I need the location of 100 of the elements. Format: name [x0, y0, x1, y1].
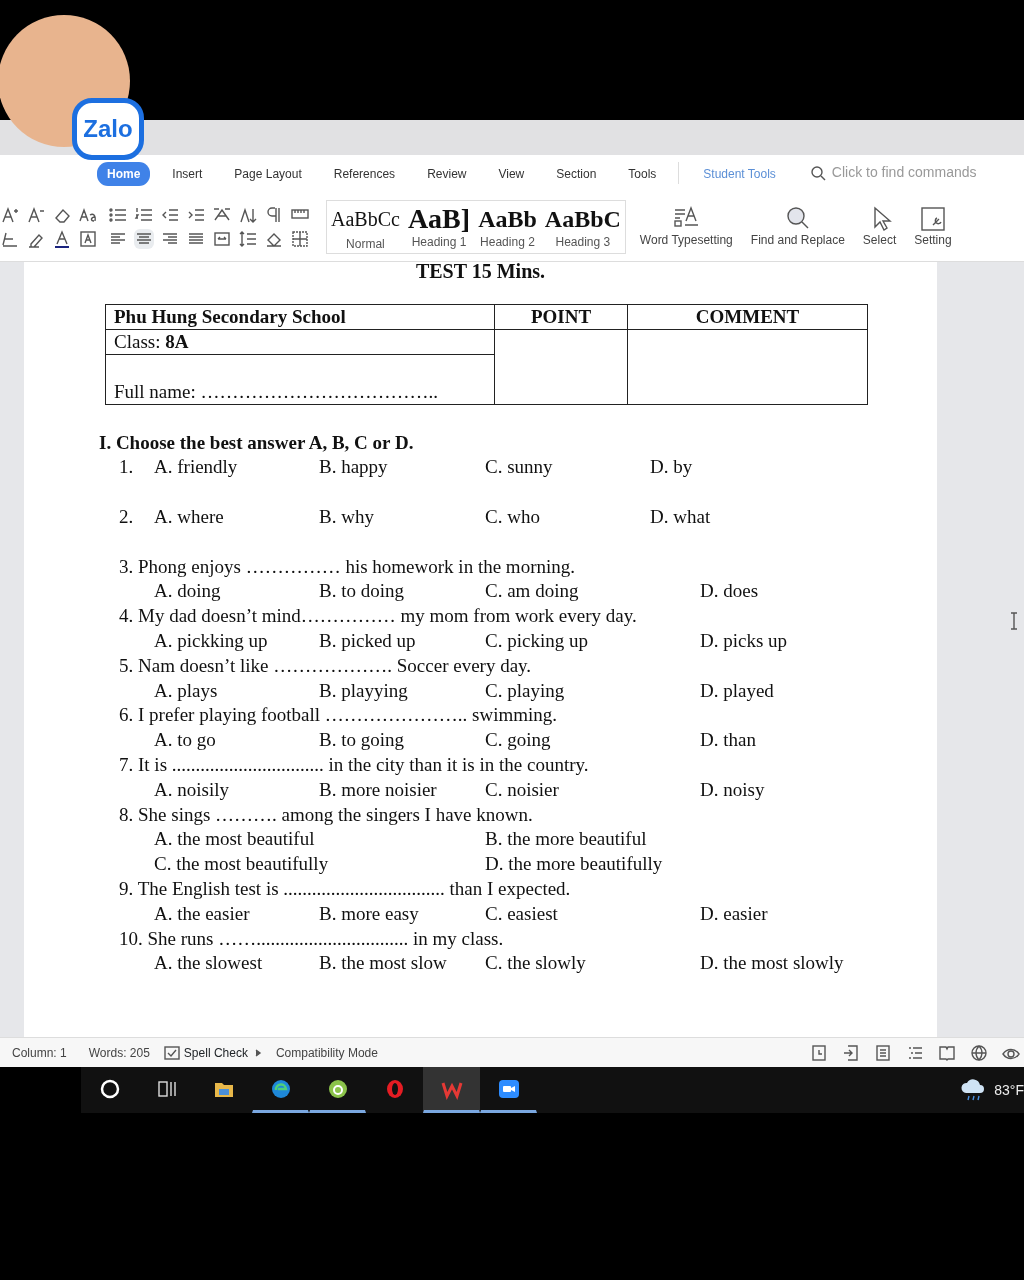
- style-name: Normal: [346, 235, 385, 253]
- ribbon-button[interactable]: Setting: [910, 205, 956, 248]
- style-sample: AaBbCc: [331, 206, 400, 232]
- answer-option: C. playing: [485, 678, 700, 704]
- answer-option: B. to doing: [319, 579, 485, 605]
- borders-button[interactable]: [290, 228, 310, 249]
- temperature-text: 83°F: [994, 1080, 1024, 1100]
- answer-option: A. friendly: [154, 455, 319, 480]
- answer-option: C. am doing: [485, 579, 700, 605]
- status-text: Words: 205: [87, 1044, 151, 1062]
- question-text: 7. It is ................................ in the city than it is in the country.: [119, 752, 590, 777]
- answer-option: A. plays: [154, 678, 319, 704]
- spell-check-button[interactable]: Spell Check: [163, 1043, 248, 1062]
- document-title: TEST 15 Mins.: [414, 262, 547, 282]
- table-cell: POINT: [494, 304, 628, 330]
- ribbon-tab[interactable]: Home: [97, 162, 151, 186]
- status-text: Column: 1: [11, 1044, 68, 1062]
- answer-option: B. playying: [319, 678, 485, 704]
- character-border-button[interactable]: [78, 228, 98, 249]
- question-text: 10. She runs ……................................ in my class.: [119, 926, 505, 951]
- ribbon-tab[interactable]: Insert: [162, 162, 213, 186]
- align-center-button[interactable]: [134, 228, 154, 249]
- question-number: 2.: [119, 504, 135, 529]
- style-name: Heading 1: [411, 234, 467, 249]
- table-cell: Phu Hung Secondary School: [105, 304, 495, 330]
- answer-option: C. easiest: [485, 901, 700, 927]
- style-name: Heading 3: [555, 234, 611, 249]
- answer-option: D. than: [700, 728, 900, 753]
- table-cell: Full name: ………………………………..: [105, 354, 495, 405]
- answer-option: A. the slowest: [154, 951, 319, 977]
- answer-option: C. noisier: [485, 777, 700, 803]
- command-search-field[interactable]: Click to find commands: [829, 161, 1020, 184]
- character-border-icon: [78, 228, 98, 249]
- answer-option: C. going: [485, 728, 700, 753]
- answer-option: D. played: [700, 678, 900, 704]
- question-text: 5. Nam doesn’t like ………………. Soccer every day.: [119, 653, 533, 678]
- answer-option: D. easier: [700, 901, 900, 927]
- answer-option: D. what: [650, 504, 850, 530]
- question-number: 1.: [119, 455, 135, 479]
- style-sample: AaB]: [407, 202, 471, 235]
- answer-option: B. more noisier: [319, 777, 485, 803]
- page-view-icon: [874, 1044, 892, 1063]
- ribbon-tab[interactable]: View: [488, 162, 535, 186]
- answer-option: B. picked up: [319, 629, 485, 654]
- status-text: Compatibility Mode: [274, 1044, 379, 1062]
- section-heading: I. Choose the best answer A, B, C or D.: [99, 431, 415, 455]
- answer-option: A. where: [154, 504, 319, 530]
- answer-option: D. the most slowly: [700, 951, 900, 977]
- answer-option: A. the most beautiful: [154, 827, 485, 853]
- answer-option: A. pickking up: [154, 629, 319, 654]
- ribbon-button[interactable]: Word Typesetting: [635, 205, 737, 248]
- answer-option: C. the slowly: [485, 951, 700, 977]
- question-text: 6. I prefer playing football ………………….. swimming.: [119, 703, 558, 728]
- style-name: Heading 2: [480, 234, 535, 249]
- ribbon-tab[interactable]: References: [323, 162, 406, 186]
- book-icon: [938, 1044, 956, 1063]
- answer-option: B. to going: [319, 728, 485, 753]
- font-color-button[interactable]: [52, 228, 72, 249]
- table-cell: COMMENT: [627, 304, 868, 330]
- view-mode-icon: [810, 1044, 828, 1063]
- answer-option: A. noisily: [154, 777, 319, 803]
- ribbon-tab[interactable]: Tools: [618, 162, 667, 186]
- answer-option: C. who: [485, 504, 650, 530]
- answer-option: D. the more beautifully: [485, 852, 785, 877]
- search-icon: [98, 1078, 121, 1100]
- answer-option: B. the most slow: [319, 951, 485, 977]
- answer-option: D. by: [650, 455, 850, 480]
- app-badge: Zalo: [72, 98, 144, 160]
- browser-icon: [269, 1078, 292, 1100]
- style-gallery-item[interactable]: AaBbCc Normal: [327, 200, 404, 253]
- export-icon: [842, 1044, 860, 1063]
- answer-option: B. the more beautiful: [485, 827, 785, 853]
- borders-icon: [290, 228, 310, 249]
- question-text: 8. She sings ………. among the singers I have known.: [119, 802, 534, 827]
- answer-option: A. the easier: [154, 901, 319, 927]
- settings-icon: [918, 205, 947, 233]
- answer-option: D. noisy: [700, 777, 900, 803]
- question-text: 9. The English test is .................................. than I expected.: [119, 876, 572, 901]
- text-cursor-icon: [1009, 612, 1019, 630]
- table-cell: Class: 8A: [105, 329, 495, 355]
- font-color-icon: [52, 228, 72, 249]
- app-icon: [326, 1078, 349, 1100]
- globe-icon: [970, 1044, 988, 1063]
- answer-option: C. the most beautifully: [154, 852, 485, 877]
- answer-option: A. to go: [154, 728, 319, 753]
- ribbon-tab[interactable]: Page Layout: [224, 162, 312, 186]
- answer-option: C. picking up: [485, 629, 700, 654]
- search-icon: [809, 164, 826, 181]
- video-camera-icon: [497, 1078, 520, 1100]
- ribbon-button[interactable]: Find and Replace: [746, 205, 849, 248]
- checkbox-icon: [163, 1044, 180, 1061]
- answer-option: B. more easy: [319, 901, 485, 927]
- question-text: 4. My dad doesn’t mind…………… my mom from work every day.: [119, 604, 638, 629]
- task-view-icon: [155, 1078, 178, 1100]
- ribbon-button[interactable]: Select: [858, 205, 901, 248]
- style-sample: AaBbC: [544, 204, 621, 234]
- answer-option: D. does: [700, 579, 900, 605]
- ribbon-tab[interactable]: Review: [417, 162, 477, 186]
- style-sample: AaBb: [478, 204, 537, 234]
- ribbon-tab[interactable]: Section: [546, 162, 607, 186]
